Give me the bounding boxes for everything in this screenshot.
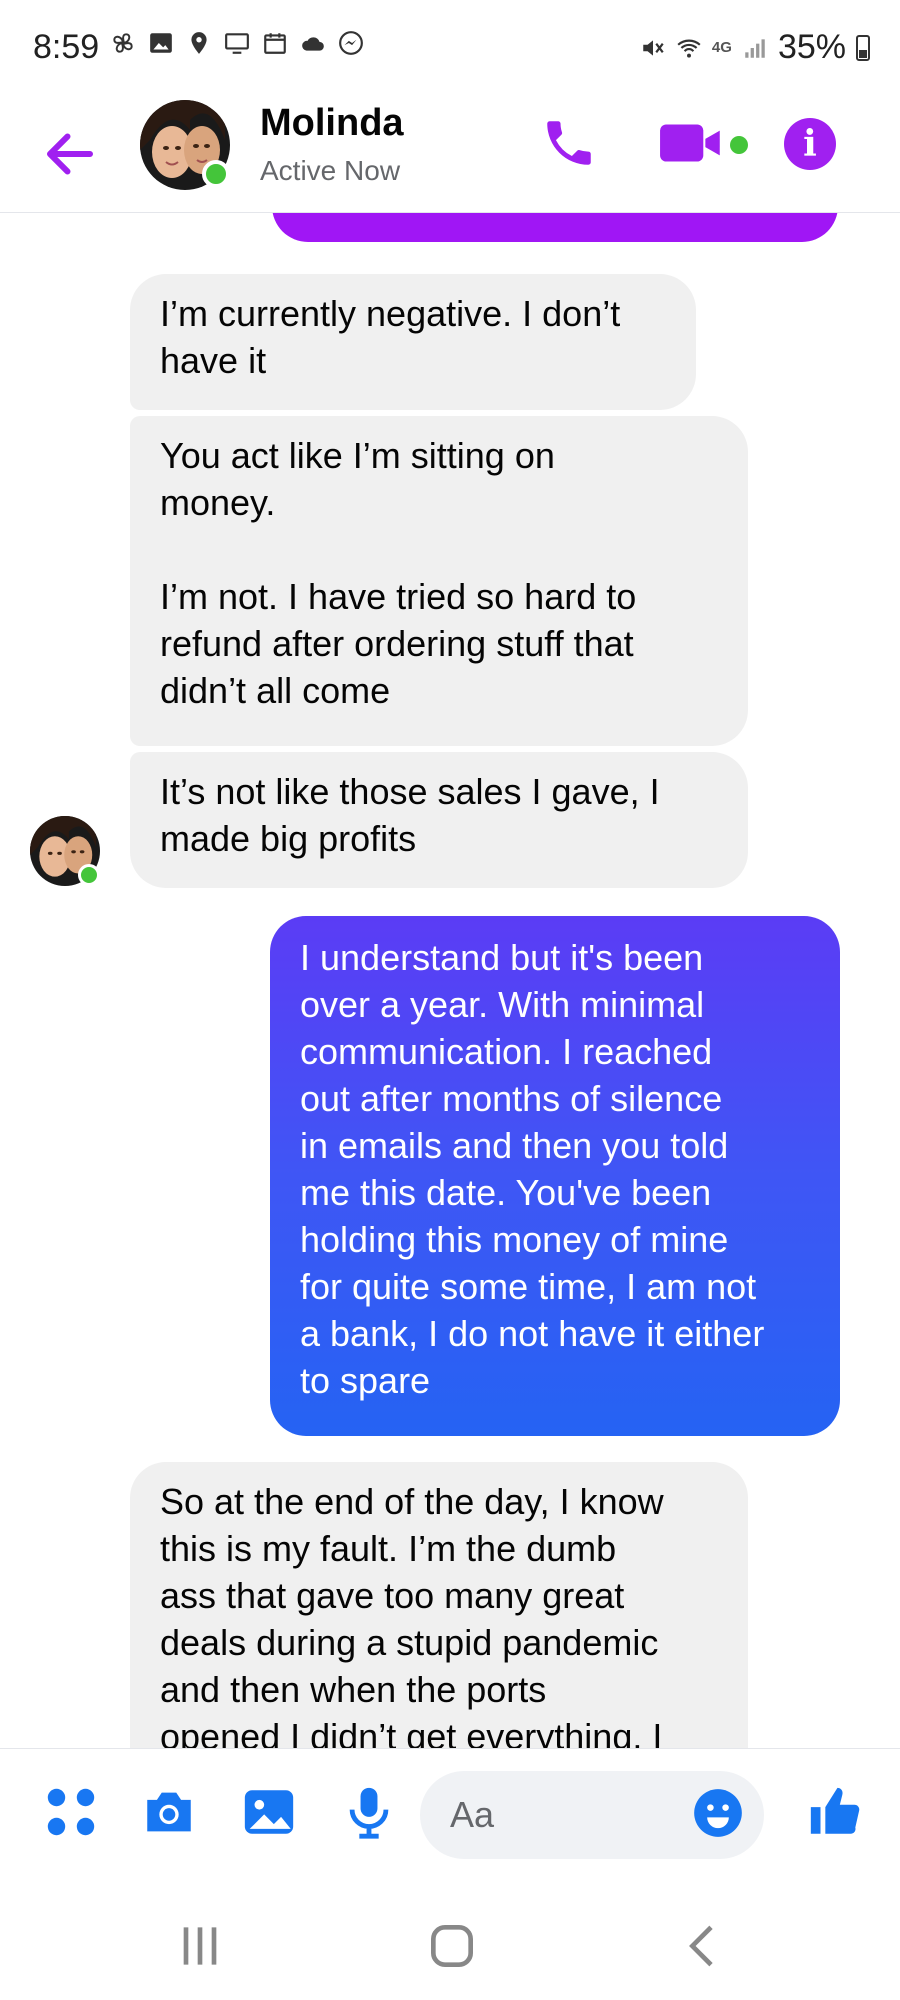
incoming-message[interactable]: I’m currently negative. I don’t have it [130, 274, 696, 410]
phone-icon[interactable] [540, 114, 598, 172]
system-navigation-bar [0, 1880, 900, 2000]
mute-icon [643, 39, 664, 56]
incoming-message[interactable]: You act like I’m sitting on money. I’m n… [130, 416, 748, 746]
previous-outgoing-bubble-partial [272, 212, 838, 242]
battery-icon [856, 34, 870, 61]
wifi-icon [677, 39, 701, 58]
contact-name[interactable]: Molinda [260, 102, 404, 145]
online-status-dot [202, 160, 230, 188]
conversation-header: Molinda Active Now i [0, 100, 900, 213]
outgoing-message[interactable]: I understand but it's been over a year. … [270, 916, 840, 1436]
system-icons: 4G 35% [640, 28, 870, 67]
video-icon[interactable] [658, 118, 728, 168]
home-icon[interactable] [424, 1918, 480, 1974]
contact-active-status: Active Now [260, 155, 401, 186]
location-icon [191, 32, 207, 54]
signal-icon [745, 38, 765, 58]
message-list[interactable]: I’m currently negative. I don’t have it … [0, 212, 900, 1748]
calendar-icon [264, 33, 286, 54]
emoji-icon[interactable] [692, 1787, 744, 1839]
camera-icon[interactable] [140, 1783, 198, 1841]
cloud-icon [302, 37, 324, 51]
incoming-message[interactable]: So at the end of the day, I know this is… [130, 1462, 748, 1748]
microphone-icon[interactable] [340, 1783, 398, 1841]
message-composer [0, 1748, 900, 1881]
back-arrow-icon[interactable] [40, 124, 100, 184]
fan-icon [113, 33, 133, 53]
battery-percent: 35% [777, 28, 846, 66]
recent-apps-icon[interactable] [172, 1918, 228, 1974]
thumbs-up-icon[interactable] [806, 1783, 864, 1841]
sender-online-dot [78, 864, 100, 886]
status-time: 8:59 [33, 28, 100, 66]
cast-icon [225, 33, 249, 54]
status-bar: 8:59 4G 35% [0, 0, 900, 100]
network-type-label: 4G [711, 39, 732, 56]
incoming-message[interactable]: It’s not like those sales I gave, I made… [130, 752, 748, 888]
gallery-icon[interactable] [240, 1783, 298, 1841]
image-icon [150, 33, 172, 53]
apps-icon[interactable] [42, 1783, 100, 1841]
video-active-dot [730, 136, 748, 154]
notification-icons [110, 30, 364, 56]
back-icon[interactable] [676, 1918, 732, 1974]
messenger-icon [339, 31, 363, 55]
info-icon[interactable]: i [784, 118, 836, 170]
